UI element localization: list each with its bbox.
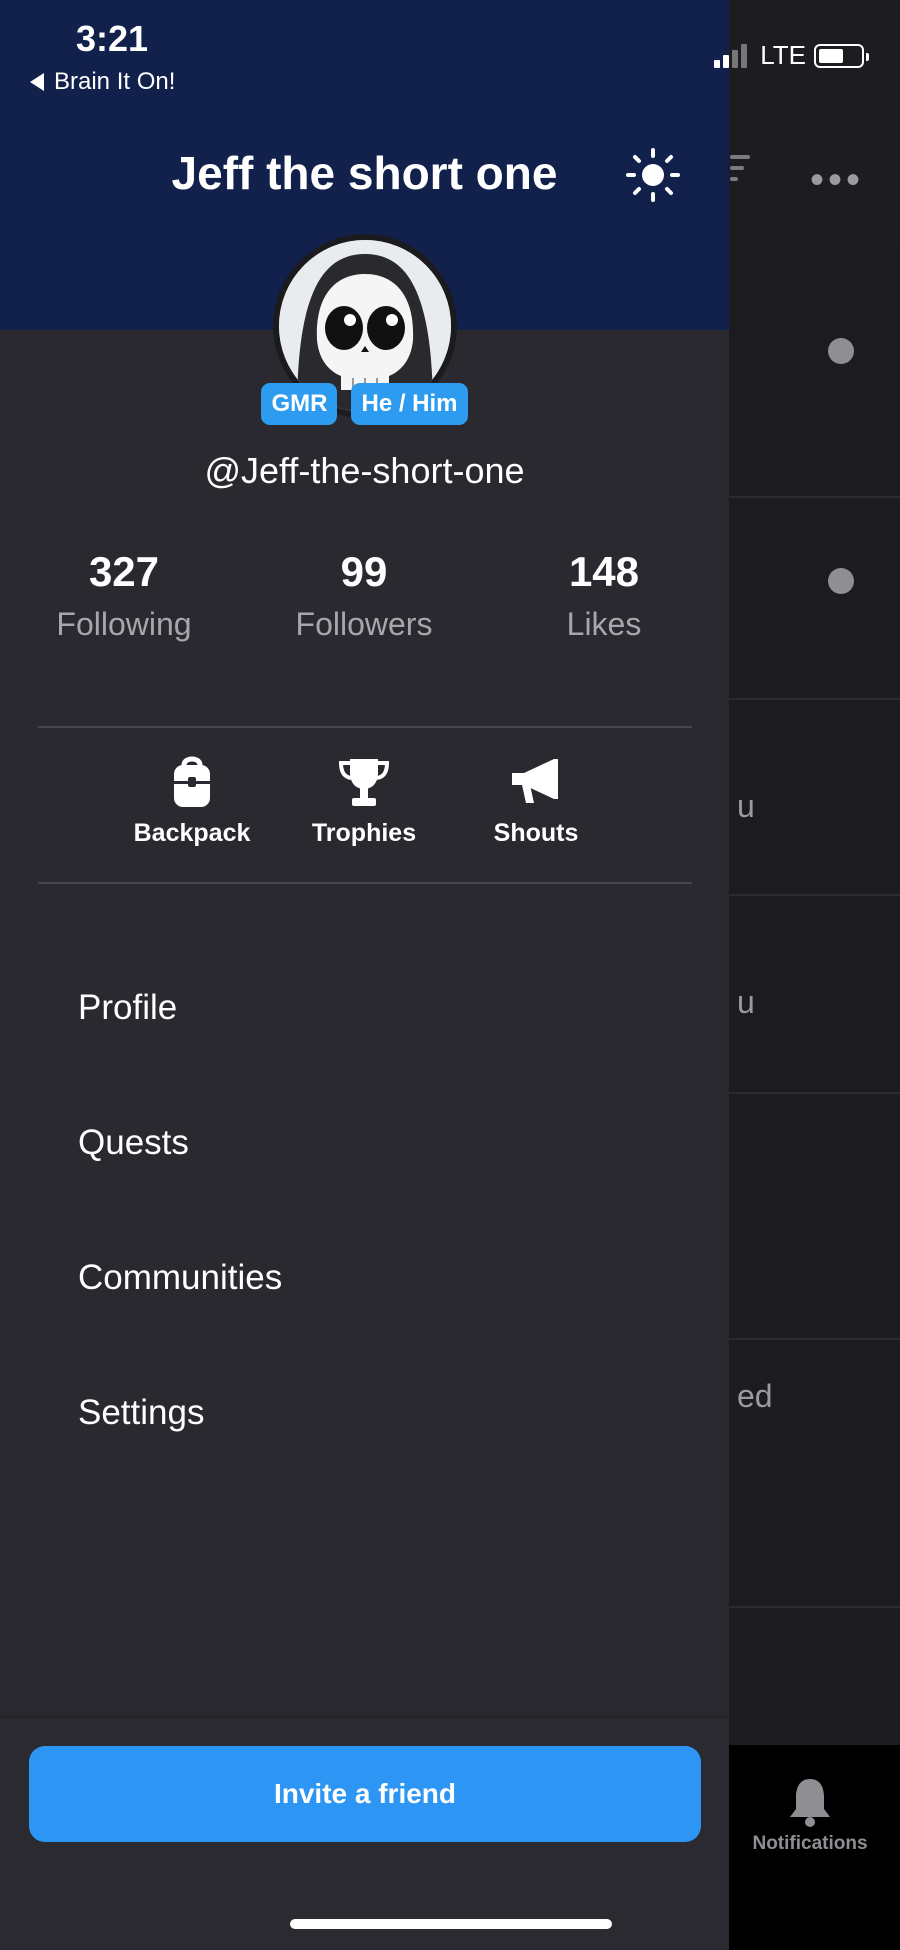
badge-pronouns: He / Him bbox=[351, 383, 468, 425]
user-handle: @Jeff-the-short-one bbox=[204, 450, 525, 491]
status-bar-right: LTE bbox=[714, 40, 869, 71]
stat-value: 327 bbox=[88, 548, 160, 595]
menu-item-quests[interactable]: Quests bbox=[78, 1123, 189, 1163]
shouts-button[interactable]: Shouts bbox=[456, 755, 616, 848]
stat-value: 148 bbox=[568, 548, 640, 595]
invite-friend-button[interactable]: Invite a friend bbox=[29, 1746, 701, 1842]
background-list-item[interactable]: u bbox=[729, 700, 900, 896]
back-to-app-link[interactable]: Brain It On! bbox=[30, 68, 175, 96]
home-indicator[interactable] bbox=[290, 1919, 612, 1929]
back-arrow-icon bbox=[30, 73, 44, 91]
backpack-icon bbox=[174, 756, 210, 807]
drawer-footer: Invite a friend bbox=[0, 1716, 729, 1950]
background-list-item[interactable] bbox=[729, 498, 900, 700]
stat-followers[interactable]: 99 Followers bbox=[264, 548, 464, 643]
stat-label: Followers bbox=[295, 606, 433, 642]
background-list-item[interactable] bbox=[729, 1094, 900, 1340]
background-tab-bar: Notifications bbox=[729, 1745, 900, 1950]
menu-item-settings[interactable]: Settings bbox=[78, 1393, 204, 1433]
cellular-signal-icon bbox=[714, 43, 750, 68]
stat-label: Following bbox=[56, 606, 192, 642]
filter-icon[interactable] bbox=[730, 155, 750, 188]
sun-icon[interactable] bbox=[625, 147, 681, 203]
megaphone-icon bbox=[512, 759, 558, 803]
backpack-label: Backpack bbox=[133, 819, 251, 847]
network-type: LTE bbox=[760, 40, 806, 70]
bell-icon bbox=[790, 1779, 830, 1827]
battery-icon bbox=[814, 43, 869, 68]
profile-badges: GMR He / Him bbox=[0, 383, 729, 425]
unread-dot-icon bbox=[828, 338, 854, 364]
trophies-button[interactable]: Trophies bbox=[284, 755, 444, 848]
shouts-label: Shouts bbox=[493, 819, 579, 847]
stat-likes[interactable]: 148 Likes bbox=[504, 548, 704, 643]
page-title: Jeff the short one bbox=[171, 147, 558, 199]
background-text-fragment: u bbox=[737, 984, 755, 1020]
background-text-fragment: ed bbox=[737, 1378, 773, 1414]
background-list-item[interactable]: ed bbox=[729, 1340, 900, 1608]
menu-item-profile[interactable]: Profile bbox=[78, 988, 177, 1028]
unread-dot-icon bbox=[828, 568, 854, 594]
tab-notifications-label: Notifications bbox=[752, 1833, 868, 1854]
divider bbox=[38, 882, 692, 884]
background-list-item[interactable]: u bbox=[729, 896, 900, 1094]
divider bbox=[38, 726, 692, 728]
background-list-item[interactable] bbox=[729, 248, 900, 498]
back-to-app-label: Brain It On! bbox=[54, 68, 176, 95]
stat-following[interactable]: 327 Following bbox=[24, 548, 224, 643]
background-text-fragment: u bbox=[737, 788, 755, 824]
trophies-label: Trophies bbox=[311, 819, 417, 847]
more-horizontal-icon[interactable]: ••• bbox=[810, 158, 864, 203]
status-time: 3:21 bbox=[76, 18, 149, 59]
profile-drawer: 3:21 Brain It On! Jeff the short one GMR… bbox=[0, 0, 729, 1950]
trophy-icon bbox=[338, 759, 390, 806]
badge-gmr: GMR bbox=[261, 383, 338, 425]
tab-notifications[interactable]: Notifications bbox=[729, 1775, 891, 1855]
stat-value: 99 bbox=[340, 548, 388, 595]
stat-label: Likes bbox=[566, 606, 642, 642]
menu-item-communities[interactable]: Communities bbox=[78, 1258, 282, 1298]
battery-level bbox=[819, 48, 843, 63]
backpack-button[interactable]: Backpack bbox=[112, 755, 272, 848]
